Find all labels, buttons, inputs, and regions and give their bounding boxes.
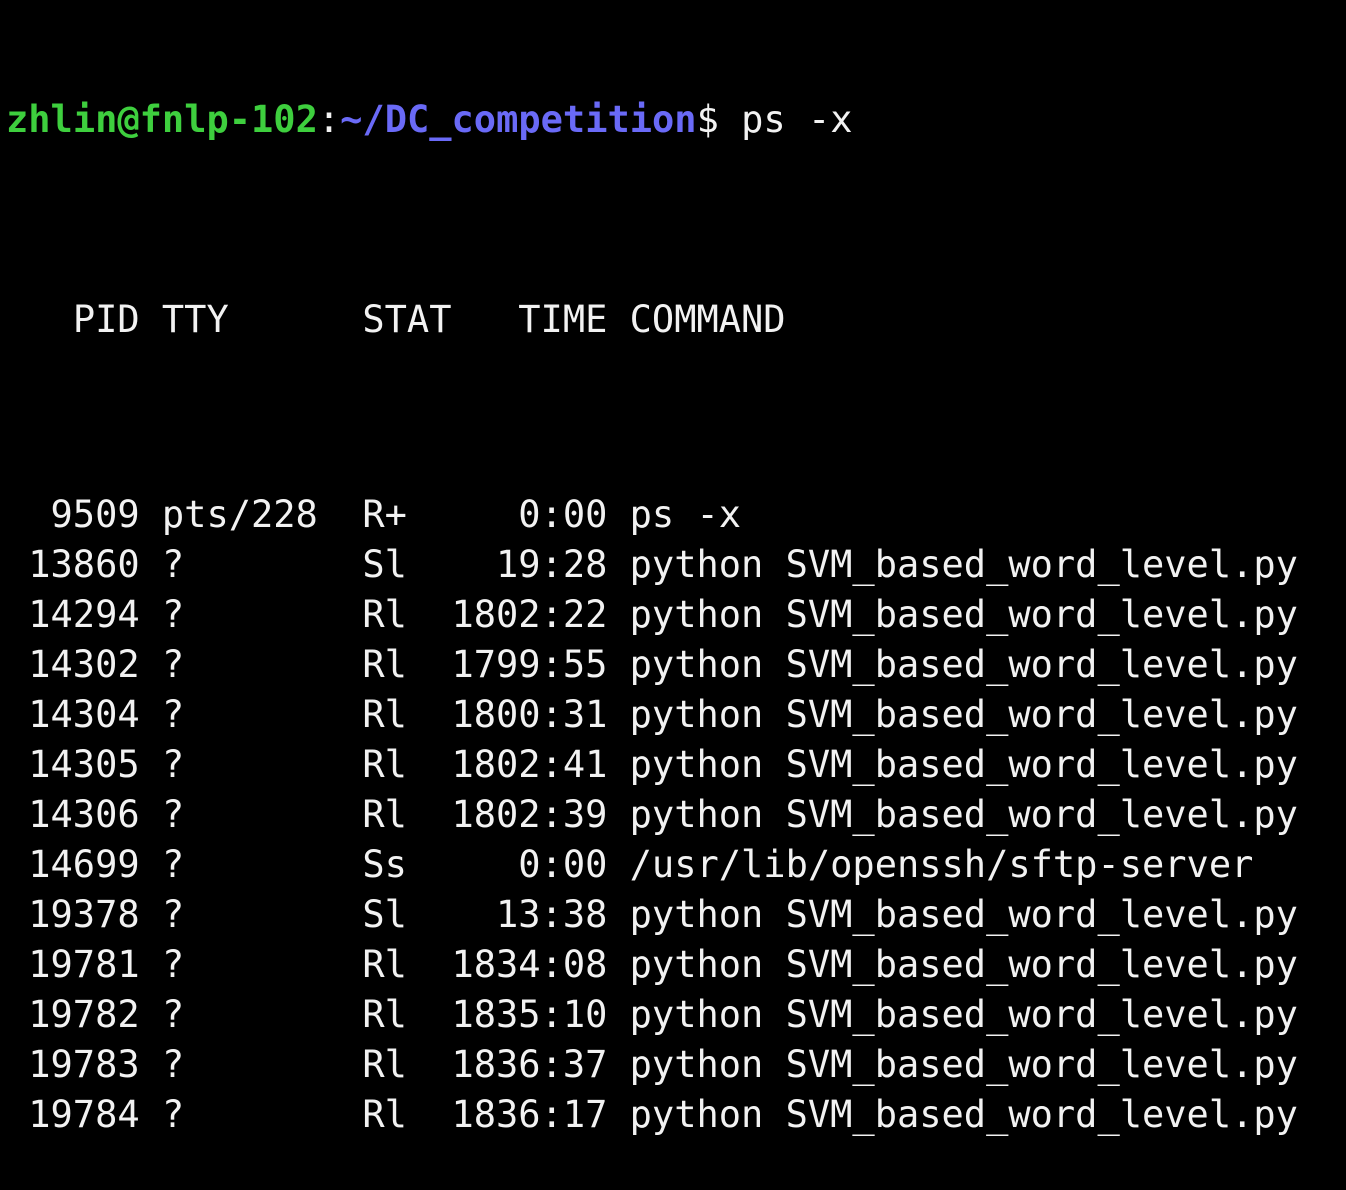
process-row: 19781 ? Rl 1834:08 python SVM_based_word_… [6,940,1346,990]
process-row: 14306 ? Rl 1802:39 python SVM_based_word_… [6,790,1346,840]
process-tty: ? [161,743,185,786]
process-command: python SVM_based_word_level.py [629,1093,1298,1136]
process-stat: Sl [362,543,407,586]
process-stat: Rl [362,643,407,686]
process-tty: pts/228 [161,493,318,536]
process-list: 9509 pts/228 R+ 0:00 ps -x 13860 ? Sl 19:28… [6,490,1346,1140]
process-tty: ? [161,593,185,636]
header-stat: STAT [362,298,452,341]
process-command: python SVM_based_word_level.py [629,793,1298,836]
process-pid: 14304 [28,693,140,736]
process-stat: Rl [362,1043,407,1086]
process-stat: Ss [362,843,407,886]
process-time: 1802:39 [451,793,608,836]
process-time: 0:00 [518,843,608,886]
process-stat: Rl [362,793,407,836]
process-time: 1802:22 [451,593,608,636]
prompt-colon: : [317,98,341,141]
process-stat: Rl [362,1093,407,1136]
process-command: python SVM_based_word_level.py [629,693,1298,736]
process-pid: 19782 [28,993,140,1036]
process-tty: ? [161,893,185,936]
process-tty: ? [161,543,185,586]
process-stat: Rl [362,943,407,986]
process-tty: ? [161,693,185,736]
process-pid: 19378 [28,893,140,936]
process-time: 1836:37 [451,1043,608,1086]
process-tty: ? [161,793,185,836]
process-stat: Rl [362,693,407,736]
prompt-line: zhlin@fnlp-102:~/DC_competition$ ps -x [6,95,1346,145]
process-time: 0:00 [518,493,608,536]
header-tty: TTY [161,298,229,341]
process-pid: 13860 [28,543,140,586]
process-command: /usr/lib/openssh/sftp-server [629,843,1254,886]
process-row: 14294 ? Rl 1802:22 python SVM_based_word_… [6,590,1346,640]
process-time: 13:38 [496,893,608,936]
process-row: 19378 ? Sl 13:38 python SVM_based_word_le… [6,890,1346,940]
process-command: python SVM_based_word_level.py [629,593,1298,636]
process-command: python SVM_based_word_level.py [629,643,1298,686]
process-row: 19782 ? Rl 1835:10 python SVM_based_word_… [6,990,1346,1040]
process-row: 14305 ? Rl 1802:41 python SVM_based_word_… [6,740,1346,790]
process-row: 19783 ? Rl 1836:37 python SVM_based_word_… [6,1040,1346,1090]
process-command: python SVM_based_word_level.py [629,893,1298,936]
process-pid: 14306 [28,793,140,836]
process-command: python SVM_based_word_level.py [629,743,1298,786]
process-pid: 14294 [28,593,140,636]
process-tty: ? [161,943,185,986]
process-stat: Rl [362,993,407,1036]
process-pid: 19784 [28,1093,140,1136]
process-pid: 14699 [28,843,140,886]
prompt-symbol: $ [696,98,719,141]
process-pid: 14302 [28,643,140,686]
process-row: 14302 ? Rl 1799:55 python SVM_based_word_… [6,640,1346,690]
header-pid: PID [72,298,140,341]
header-command: COMMAND [629,298,786,341]
typed-command: ps -x [718,98,853,141]
process-row: 13860 ? Sl 19:28 python SVM_based_word_le… [6,540,1346,590]
process-command: ps -x [629,493,742,536]
prompt-user-host: zhlin@fnlp-102 [6,98,318,141]
process-pid: 19781 [28,943,140,986]
process-pid: 19783 [28,1043,140,1086]
process-row: 14304 ? Rl 1800:31 python SVM_based_word_… [6,690,1346,740]
process-command: python SVM_based_word_level.py [629,543,1298,586]
process-command: python SVM_based_word_level.py [629,1043,1298,1086]
process-time: 19:28 [496,543,608,586]
terminal-window[interactable]: zhlin@fnlp-102:~/DC_competition$ ps -x P… [0,0,1346,1136]
process-pid: 14305 [28,743,140,786]
process-time: 1802:41 [451,743,608,786]
ps-header-row: PID TTY STAT TIME COMMAND [6,295,1346,345]
process-command: python SVM_based_word_level.py [629,943,1298,986]
process-command: python SVM_based_word_level.py [629,993,1298,1036]
process-pid: 9509 [50,493,140,536]
process-stat: Rl [362,743,407,786]
process-time: 1836:17 [451,1093,608,1136]
process-time: 1834:08 [451,943,608,986]
process-stat: R+ [362,493,407,536]
process-tty: ? [161,643,185,686]
header-time: TIME [518,298,608,341]
process-time: 1799:55 [451,643,608,686]
process-time: 1835:10 [451,993,608,1036]
process-tty: ? [161,1093,185,1136]
prompt-path: ~/DC_competition [340,98,697,141]
process-row: 14699 ? Ss 0:00 /usr/lib/openssh/sftp-ser… [6,840,1346,890]
process-stat: Rl [362,593,407,636]
process-tty: ? [161,843,185,886]
process-time: 1800:31 [451,693,608,736]
process-tty: ? [161,1043,185,1086]
process-row: 9509 pts/228 R+ 0:00 ps -x [6,490,1346,540]
process-tty: ? [161,993,185,1036]
process-stat: Sl [362,893,407,936]
process-row: 19784 ? Rl 1836:17 python SVM_based_word_… [6,1090,1346,1140]
